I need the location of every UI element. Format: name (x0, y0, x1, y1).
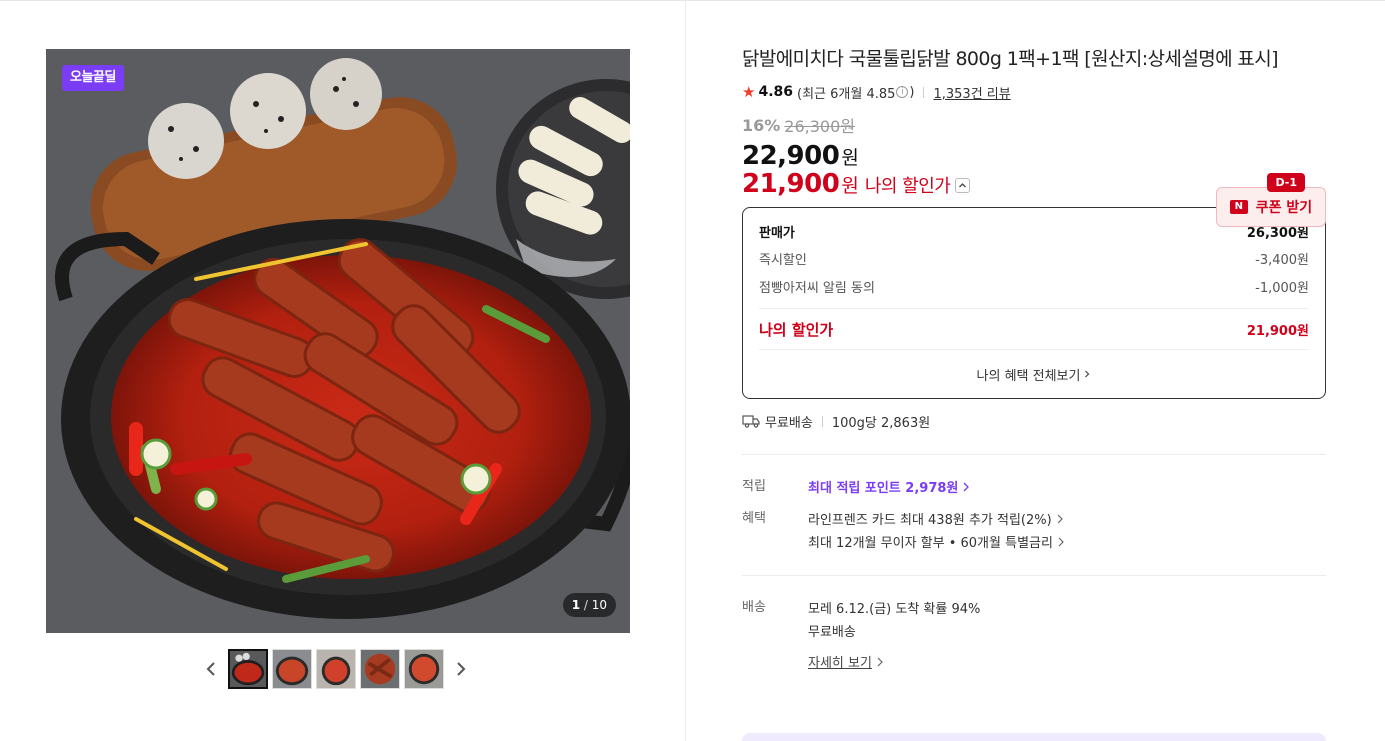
rating-recent-close: ) (909, 84, 915, 100)
chevron-right-icon (457, 662, 466, 676)
breakdown-instant-value: -3,400원 (1255, 252, 1309, 268)
delivery-row: 배송 모레 6.12.(금) 도착 확률 94% 무료배송 자세히 보기 (742, 596, 1326, 673)
all-benefits-link[interactable]: 나의 혜택 전체보기 (759, 350, 1309, 398)
rating-row: ★ 4.86 (최근 6개월 4.85 i ) 1,353건 리뷰 (742, 82, 1326, 102)
product-info-panel: 닭발에미치다 국물툴립닭발 800g 1팩+1팩 [원산지:상세설명에 표시] … (742, 44, 1326, 673)
installment-benefit-link[interactable]: 최대 12개월 무이자 할부 • 60개월 특별금리 (808, 530, 1065, 553)
breakdown-instant-row: 즉시할인 -3,400원 (759, 244, 1309, 272)
chevron-right-icon (1085, 370, 1090, 378)
rating-recent: (최근 6개월 4.85 (797, 86, 896, 102)
installment-benefit-text: 최대 12개월 무이자 할부 • 60개월 특별금리 (808, 536, 1053, 551)
thumbnail-1[interactable] (228, 649, 268, 689)
thumbnail-4[interactable] (360, 649, 400, 689)
product-photo (46, 49, 630, 633)
chevron-up-icon (959, 183, 967, 188)
thumbnail-prev-button[interactable] (200, 649, 222, 689)
d-day-badge: D-1 (1267, 173, 1305, 192)
breakdown-alarm-row: 점빵아저씨 알림 동의 -1,000원 (759, 272, 1309, 300)
my-discount-label: 나의 할인가 (864, 176, 951, 197)
image-page-current: 1 (571, 598, 581, 612)
column-divider (685, 0, 686, 741)
star-icon: ★ (742, 83, 756, 101)
thumbnail-image (273, 650, 311, 688)
thumbnail-strip (200, 648, 476, 690)
price-breakdown-box: 판매가 26,300원 즉시할인 -3,400원 점빵아저씨 알림 동의 -1,… (742, 207, 1326, 399)
chevron-right-icon (963, 482, 970, 491)
truck-icon (742, 415, 760, 428)
thumbnail-5[interactable] (404, 649, 444, 689)
thumbnail-image (361, 650, 399, 688)
price-detail-toggle[interactable] (955, 178, 971, 193)
today-deal-badge: 오늘끝딜 (62, 65, 124, 91)
breakdown-instant-label: 즉시할인 (759, 252, 807, 268)
thumbnail-list (228, 649, 444, 689)
naver-logo-icon: N (1229, 200, 1248, 214)
benefits-row: 혜택 라인프렌즈 카드 최대 438원 추가 적립(2%) 최대 12개월 무이… (742, 507, 1326, 553)
coupon-label: 쿠폰 받기 (1255, 200, 1313, 216)
delivery-detail-link[interactable]: 자세히 보기 (808, 650, 980, 673)
points-values: 최대 적립 포인트 2,978원 (808, 475, 970, 498)
thumbnail-3[interactable] (316, 649, 356, 689)
unit-price-text: 100g당 2,863원 (831, 415, 931, 431)
section-divider (742, 454, 1326, 455)
points-label: 적립 (742, 479, 766, 494)
currency-unit: 원 (841, 175, 859, 197)
product-title: 닭발에미치다 국물툴립닭발 800g 1팩+1팩 [원산지:상세설명에 표시] (742, 48, 1279, 70)
currency-unit: 원 (841, 147, 859, 169)
discount-rate: 16% (742, 115, 781, 135)
original-price-row: 16% 26,300원 (742, 114, 1326, 137)
free-shipping-text: 무료배송 (765, 415, 813, 431)
breakdown-alarm-value: -1,000원 (1255, 280, 1309, 296)
points-row: 적립 최대 적립 포인트 2,978원 (742, 475, 1326, 498)
benefits-label: 혜택 (742, 511, 766, 526)
thumbnail-image (405, 650, 443, 688)
info-icon[interactable]: i (896, 86, 909, 98)
main-product-image[interactable]: 오늘끝딜 1 / 10 (46, 49, 630, 633)
top-divider (0, 0, 1385, 1)
points-value: 최대 적립 포인트 2,978원 (808, 481, 959, 496)
chevron-right-icon (1058, 537, 1064, 546)
card-benefit-link[interactable]: 라인프렌즈 카드 최대 438원 추가 적립(2%) (808, 507, 1065, 530)
delivery-detail-label: 자세히 보기 (808, 656, 872, 671)
points-link[interactable]: 최대 적립 포인트 2,978원 (808, 475, 970, 498)
my-discount-price: 21,900 (742, 169, 840, 199)
delivery-fee: 무료배송 (808, 625, 856, 640)
shipping-summary: 무료배송 100g당 2,863원 (742, 411, 1326, 431)
thumbnail-image (317, 650, 355, 688)
thumbnail-next-button[interactable] (450, 649, 472, 689)
chevron-left-icon (206, 662, 215, 676)
breakdown-mine-row: 나의 할인가 21,900원 (759, 308, 1309, 350)
breakdown-mine-label: 나의 할인가 (759, 320, 834, 339)
thumbnail-2[interactable] (272, 649, 312, 689)
benefits-values: 라인프렌즈 카드 최대 438원 추가 적립(2%) 최대 12개월 무이자 할… (808, 507, 1065, 553)
delivery-values: 모레 6.12.(금) 도착 확률 94% 무료배송 자세히 보기 (808, 596, 980, 673)
divider (821, 415, 823, 427)
all-benefits-label: 나의 혜택 전체보기 (976, 368, 1081, 384)
divider (923, 86, 925, 98)
original-price: 26,300원 (784, 117, 856, 136)
sale-price: 22,900 (742, 141, 840, 171)
delivery-eta: 모레 6.12.(금) 도착 확률 94% (808, 602, 981, 617)
sale-price-row: 22,900 원 (742, 141, 1326, 171)
breakdown-mine-value: 21,900원 (1246, 323, 1309, 339)
breakdown-sale-label: 판매가 (759, 225, 795, 241)
chevron-right-icon (877, 657, 883, 666)
image-page-total: 10 (591, 598, 607, 612)
card-benefit-text: 라인프렌즈 카드 최대 438원 추가 적립(2%) (808, 513, 1052, 528)
image-page-counter: 1 / 10 (562, 593, 616, 617)
review-count-link[interactable]: 1,353건 리뷰 (933, 83, 1010, 102)
promo-banner[interactable] (742, 733, 1326, 741)
coupon-download-button[interactable]: D-1 N 쿠폰 받기 (1216, 173, 1326, 227)
image-page-separator: / (580, 598, 592, 612)
breakdown-alarm-label: 점빵아저씨 알림 동의 (759, 280, 875, 296)
delivery-label: 배송 (742, 600, 766, 615)
rating-score: 4.86 (758, 84, 793, 100)
chevron-right-icon (1057, 514, 1063, 523)
section-divider (742, 575, 1326, 576)
thumbnail-image (230, 651, 266, 687)
